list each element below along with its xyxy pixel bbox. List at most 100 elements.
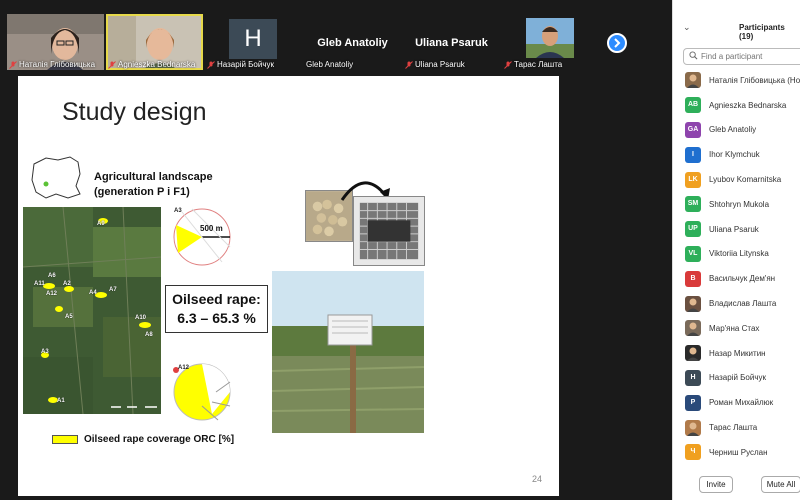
participant-row[interactable]: GA Gleb Anatoliy [673, 118, 800, 143]
chevron-right-icon [614, 38, 621, 48]
avatar: AB [685, 97, 701, 114]
invite-button[interactable]: Invite [699, 476, 733, 493]
field-trap-photo [272, 271, 424, 433]
tile-name: Наталія Глібовицька [19, 60, 96, 69]
site-label: A12 [178, 365, 190, 371]
site-label: A4 [89, 290, 97, 296]
site-label: A12 [46, 291, 58, 297]
participant-row[interactable]: I Ihor Klymchuk [673, 142, 800, 167]
participant-row[interactable]: Владислав Лашта [673, 291, 800, 316]
mic-muted-icon [207, 60, 215, 69]
participant-row[interactable]: VL Viktoriia Litynska [673, 242, 800, 267]
participant-row[interactable]: Р Роман Михайлюк [673, 390, 800, 415]
avatar: VL [685, 245, 701, 262]
chevron-down-icon[interactable]: ⌄ [683, 22, 691, 33]
site-label: A11 [34, 281, 45, 287]
tile-name: Назарій Бойчук [217, 60, 275, 69]
mic-muted-icon [9, 60, 17, 69]
video-tile[interactable]: Gleb Anatoliy Gleb Anatoliy [304, 14, 401, 70]
participant-photo [526, 18, 574, 58]
avatar: H [229, 19, 277, 59]
zoom-circle-a3 [173, 208, 231, 266]
avatar-photo [687, 298, 699, 312]
site-label: A5 [65, 314, 73, 320]
video-tile[interactable]: Наталія Глібовицька [7, 14, 104, 70]
participant-row[interactable]: Ч Черниш Руслан [673, 440, 800, 465]
participant-row[interactable]: Назар Микитин [673, 341, 800, 366]
participant-row[interactable]: В Васильчук Дем'ян [673, 266, 800, 291]
avatar [685, 320, 701, 337]
oilseed-box: Oilseed rape: 6.3 – 65.3 % [165, 285, 268, 333]
mute-all-button[interactable]: Mute All [761, 476, 800, 493]
tile-caption: Gleb Anatoliy [306, 60, 353, 69]
avatar [685, 345, 701, 362]
site-label: A10 [135, 315, 147, 321]
participant-row[interactable]: Тарас Лашта [673, 415, 800, 440]
participant-name: Васильчук Дем'ян [709, 274, 776, 284]
mic-muted-icon [108, 60, 116, 69]
video-tile[interactable]: Uliana Psaruk Uliana Psaruk [403, 14, 500, 70]
avatar [685, 295, 701, 312]
tile-big-name: Gleb Anatoliy [317, 37, 388, 49]
participant-name: Тарас Лашта [709, 423, 758, 433]
site-label: A7 [109, 287, 117, 293]
map-image [22, 206, 162, 415]
tile-caption: Тарас Лашта [504, 60, 562, 69]
legend-swatch [52, 435, 78, 444]
avatar: GA [685, 121, 701, 138]
slide-title: Study design [62, 98, 207, 126]
avatar-photo [687, 347, 699, 362]
tile-name: Gleb Anatoliy [306, 60, 354, 69]
tile-caption: Agnieszka Bednarska [108, 60, 195, 69]
oilseed-line2: 6.3 – 65.3 % [177, 310, 256, 326]
avatar: Ч [685, 444, 701, 461]
video-tile[interactable]: Тарас Лашта [502, 14, 599, 70]
participant-name: Gleb Anatoliy [709, 125, 757, 135]
avatar: SM [685, 196, 701, 213]
next-page-button[interactable] [607, 33, 627, 53]
avatar: В [685, 270, 701, 287]
participant-row[interactable]: LK Lyubov Komarnitska [673, 167, 800, 192]
tile-caption: Наталія Глібовицька [9, 60, 95, 69]
participant-name: Назарій Бойчук [709, 373, 767, 383]
oilseed-line1: Oilseed rape: [172, 291, 261, 307]
participant-row[interactable]: SM Shtohryn Mukola [673, 192, 800, 217]
site-label: A9 [97, 221, 105, 227]
panel-footer: Invite Mute All [673, 476, 800, 494]
site-label: A2 [63, 281, 71, 287]
participant-search[interactable] [683, 48, 800, 65]
participant-row[interactable]: Наталія Глібовицька (Host [673, 68, 800, 93]
panel-header: ⌄ Participants (19) [673, 20, 800, 41]
participant-name: Черниш Руслан [709, 447, 768, 457]
video-strip: Наталія Глібовицька Agnieszka Bednarska … [0, 0, 672, 72]
site-label: A8 [145, 332, 153, 338]
participant-row[interactable]: H Назарій Бойчук [673, 366, 800, 391]
legend-label: Oilseed rape coverage ORC [%] [84, 434, 235, 445]
participant-list: Наталія Глібовицька (Host AB Agnieszka Bed… [673, 68, 800, 465]
poland-map-icon [31, 156, 81, 199]
avatar-photo [687, 74, 699, 89]
tile-name: Uliana Psaruk [415, 60, 465, 69]
insect-trap-photo [353, 196, 425, 266]
participant-name: Viktoriia Litynska [709, 249, 769, 259]
zoom-circle-a12 [173, 363, 231, 421]
scale-label: 500 m [200, 224, 223, 233]
avatar-photo [687, 422, 699, 436]
participant-row[interactable]: Мар'яна Стах [673, 316, 800, 341]
avatar: UP [685, 221, 701, 238]
site-label: A1 [57, 398, 65, 404]
satellite-map: A9 A6 A11 A2 A12 A4 A7 A5 A10 A8 A3 A1 [22, 206, 162, 415]
tile-big-name: Uliana Psaruk [415, 37, 488, 49]
avatar: Р [685, 394, 701, 411]
participant-name: Мар'яна Стах [709, 323, 760, 333]
video-tile-active[interactable]: Agnieszka Bednarska [106, 14, 203, 70]
participant-name: Uliana Psaruk [709, 224, 759, 234]
mic-muted-icon [405, 60, 413, 69]
participant-row[interactable]: UP Uliana Psaruk [673, 217, 800, 242]
avatar: LK [685, 171, 701, 188]
tile-name: Agnieszka Bednarska [118, 60, 196, 69]
site-label: A3 [174, 208, 182, 214]
search-input[interactable] [701, 50, 800, 63]
landscape-label-line1: Agricultural landscape [94, 171, 213, 183]
participant-row[interactable]: AB Agnieszka Bednarska [673, 93, 800, 118]
